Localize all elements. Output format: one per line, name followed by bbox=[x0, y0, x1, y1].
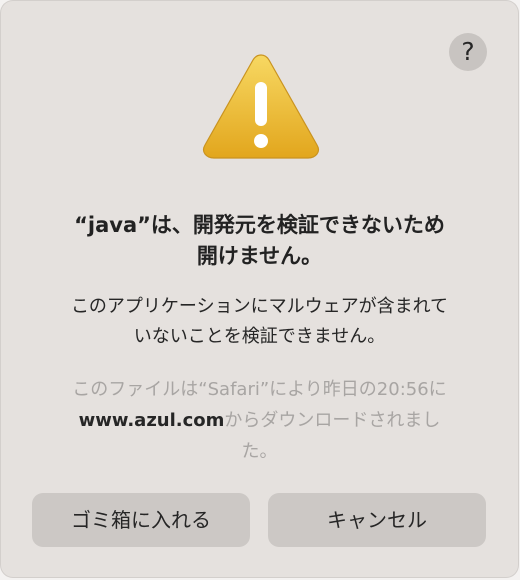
warning-triangle-icon bbox=[202, 54, 320, 159]
help-button[interactable]: ? bbox=[449, 33, 487, 71]
download-info-suffix: からダウンロードされまし bbox=[224, 410, 441, 431]
exclamation-dot bbox=[254, 134, 268, 148]
download-info-tail: た。 bbox=[241, 441, 278, 462]
download-info: このファイルは“Safari”により昨日の20:56に www.azul.com… bbox=[21, 374, 498, 467]
title-line-2: 開けません。 bbox=[196, 244, 323, 268]
cancel-button[interactable]: キャンセル bbox=[268, 493, 486, 547]
move-to-trash-button[interactable]: ゴミ箱に入れる bbox=[32, 493, 250, 547]
download-source: www.azul.com bbox=[78, 410, 225, 431]
dialog-message: このアプリケーションにマルウェアが含まれて いないことを検証できません。 bbox=[21, 292, 498, 352]
dialog-title: “java”は、開発元を検証できないため 開けません。 bbox=[21, 210, 498, 272]
download-info-prefix: このファイルは“Safari”により昨日の20:56に bbox=[72, 379, 447, 400]
security-alert-dialog: ? “java”は、開発元を検証できないため 開けません。 このアプリケーション… bbox=[1, 1, 518, 577]
exclamation-bar bbox=[255, 82, 267, 126]
title-line-1: “java”は、開発元を検証できないため bbox=[74, 213, 445, 237]
message-line-1: このアプリケーションにマルウェアが含まれて bbox=[70, 296, 449, 317]
message-line-2: いないことを検証できません。 bbox=[133, 326, 386, 347]
